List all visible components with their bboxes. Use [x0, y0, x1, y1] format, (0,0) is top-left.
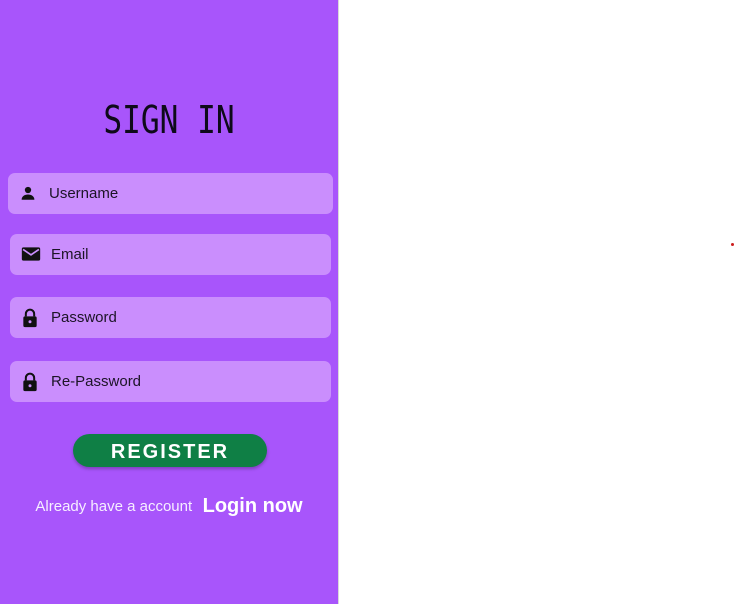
- login-now-link[interactable]: Login now: [203, 495, 303, 517]
- red-dot-marker: [731, 243, 734, 246]
- login-prompt-row: Already have a account Login now: [0, 495, 338, 518]
- lock-icon: [21, 372, 39, 392]
- email-field[interactable]: Email: [10, 234, 331, 275]
- register-panel: SIGN IN Username Email Password Re-Passw…: [0, 0, 338, 604]
- person-icon: [19, 184, 37, 202]
- repassword-field[interactable]: Re-Password: [10, 361, 331, 402]
- password-placeholder: Password: [51, 309, 117, 326]
- mail-icon: [21, 245, 41, 263]
- repassword-placeholder: Re-Password: [51, 373, 142, 390]
- email-placeholder: Email: [51, 246, 89, 263]
- account-prompt: Already have a account: [35, 498, 193, 515]
- panel-divider: [338, 0, 339, 604]
- page-title: SIGN IN: [103, 98, 235, 142]
- register-button[interactable]: REGISTER: [73, 434, 267, 467]
- username-placeholder: Username: [49, 185, 119, 202]
- username-field[interactable]: Username: [8, 173, 333, 214]
- lock-icon: [21, 308, 39, 328]
- password-field[interactable]: Password: [10, 297, 331, 338]
